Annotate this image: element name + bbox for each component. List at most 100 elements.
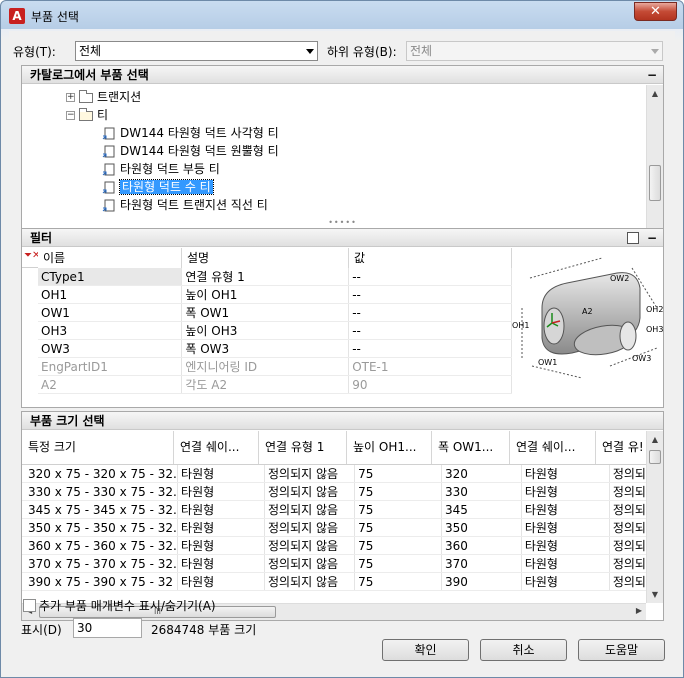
col-width-ow1[interactable]: 폭 OW1... xyxy=(432,431,510,464)
size-select-panel: 부품 크기 선택 특정 크기 연결 쉐이... 연결 유형 1 높이 OH1..… xyxy=(21,411,664,621)
tree-item-tee[interactable]: − 티 xyxy=(66,106,108,124)
filter-cell-name: OH1 xyxy=(38,285,183,304)
filter-grid-header: ⏷✕ 이름 설명 값 xyxy=(22,248,512,268)
filter-row[interactable]: EngPartID1 엔지니어링 ID OTE-1 xyxy=(38,357,512,376)
help-button[interactable]: 도움말 xyxy=(578,639,665,661)
filter-row[interactable]: OH3 높이 OH3 -- xyxy=(38,321,512,340)
size-vscrollbar[interactable]: ▲ ▼ xyxy=(646,431,663,603)
part-preview-image: OW2 OH2 A2 OH1 OW1 OW3 OH3 xyxy=(512,248,663,406)
dialog-body: 유형(T): 전체 하위 유형(B): 전체 카탈로그에서 부품 선택 − + 트… xyxy=(9,31,675,671)
col-desc[interactable]: 설명 xyxy=(182,248,349,268)
size-cell: 정의되지 xyxy=(609,482,646,501)
ok-button[interactable]: 확인 xyxy=(382,639,469,661)
tree-item-part[interactable]: 타원형 덕트 부등 티 xyxy=(102,160,220,178)
filter-toggle-checkbox[interactable] xyxy=(627,232,639,244)
size-table: 320 x 75 - 320 x 75 - 32... 타원형 정의되지 않음 75 3… xyxy=(22,465,646,591)
title-bar: A 부품 선택 ✕ xyxy=(1,1,683,29)
tree-item-label: DW144 타원형 덕트 사각형 티 xyxy=(120,126,279,140)
filter-title: 필터 xyxy=(30,231,53,245)
size-cell: 정의되지 않음 xyxy=(264,465,356,483)
subtype-dropdown[interactable]: 전체 xyxy=(406,41,663,61)
tree-item-part[interactable]: DW144 타원형 덕트 원뿔형 티 xyxy=(102,142,279,160)
filter-row[interactable]: A2 각도 A2 90 xyxy=(38,375,512,394)
filter-row[interactable]: OH1 높이 OH1 -- xyxy=(38,285,512,304)
collapse-filter-button[interactable]: − xyxy=(647,229,657,247)
collapse-catalog-button[interactable]: − xyxy=(647,66,657,84)
size-cell: 330 x 75 - 330 x 75 - 32... xyxy=(22,482,179,501)
size-cell: 타원형 xyxy=(177,465,266,483)
tree-item-part[interactable]: DW144 타원형 덕트 사각형 티 xyxy=(102,124,279,142)
filter-rows: CType1 연결 유형 1 -- OH1 높이 OH1 -- OW1 폭 OW1 -- OH3 높… xyxy=(38,268,512,394)
size-row[interactable]: 350 x 75 - 350 x 75 - 32... 타원형 정의되지 않음 75 3… xyxy=(22,518,646,537)
scroll-up-icon[interactable]: ▲ xyxy=(647,85,663,102)
size-row[interactable]: 345 x 75 - 345 x 75 - 32... 타원형 정의되지 않음 75 3… xyxy=(22,500,646,519)
size-row[interactable]: 330 x 75 - 330 x 75 - 32... 타원형 정의되지 않음 75 3… xyxy=(22,482,646,501)
col-conn-type-2[interactable]: 연결 유! xyxy=(596,431,646,464)
size-cell: 정의되지 xyxy=(609,465,646,483)
col-specific-size[interactable]: 특정 크기 xyxy=(22,431,174,464)
filter-cell-name: A2 xyxy=(38,375,183,394)
show-params-checkbox[interactable] xyxy=(23,599,36,612)
scroll-thumb[interactable] xyxy=(649,450,661,464)
tree-item-label: DW144 타원형 덕트 원뿔형 티 xyxy=(120,144,279,158)
type-dropdown-value: 전체 xyxy=(79,44,102,58)
filter-row[interactable]: CType1 연결 유형 1 -- xyxy=(38,268,512,286)
size-cell: 정의되지 xyxy=(609,518,646,537)
size-cell: 정의되지 않음 xyxy=(264,554,356,573)
size-cell: 정의되지 않음 xyxy=(264,536,356,555)
subtype-dropdown-value: 전체 xyxy=(410,44,433,58)
expand-icon[interactable]: + xyxy=(66,93,75,102)
filter-cell-desc: 폭 OW3 xyxy=(181,339,350,358)
show-params-label: 추가 부품 매개변수 표시/숨기기(A) xyxy=(39,599,216,613)
size-cell: 타원형 xyxy=(177,518,266,537)
size-cell: 350 x 75 - 350 x 75 - 32... xyxy=(22,518,179,537)
dim-label-oh1: OH1 xyxy=(512,321,529,330)
size-row[interactable]: 320 x 75 - 320 x 75 - 32... 타원형 정의되지 않음 75 3… xyxy=(22,465,646,483)
col-conn-shape[interactable]: 연결 쉐이... xyxy=(174,431,259,464)
cancel-button[interactable]: 취소 xyxy=(480,639,567,661)
tree-item-part[interactable]: 타원형 덕트 트랜지션 직선 티 xyxy=(102,196,268,214)
filter-panel: 필터 − ⏷✕ 이름 설명 값 CType1 연결 유형 1 -- OH1 높이 OH1… xyxy=(21,228,664,408)
splitter-handle[interactable]: ••••• xyxy=(21,219,664,227)
tree-item-transition[interactable]: + 트랜지션 xyxy=(66,88,141,106)
size-row[interactable]: 370 x 75 - 370 x 75 - 32... 타원형 정의되지 않음 75 3… xyxy=(22,554,646,573)
size-cell: 360 xyxy=(441,536,522,555)
part-icon xyxy=(102,181,115,193)
size-header: 부품 크기 선택 xyxy=(22,412,663,430)
filter-cell-desc: 각도 A2 xyxy=(181,375,350,394)
tree-item-part-selected[interactable]: 타원형 덕트 수 티 xyxy=(102,178,214,196)
size-cell: 75 xyxy=(354,518,443,537)
col-conn-shape-2[interactable]: 연결 쉐이... xyxy=(510,431,596,464)
scroll-thumb[interactable] xyxy=(649,165,661,201)
filter-row[interactable]: OW1 폭 OW1 -- xyxy=(38,303,512,322)
dim-label-ow1: OW1 xyxy=(538,358,557,367)
dim-label-a2: A2 xyxy=(582,307,593,316)
filter-cell-name: OW3 xyxy=(38,339,183,358)
size-cell: 타원형 xyxy=(521,482,610,501)
filter-row[interactable]: OW3 폭 OW3 -- xyxy=(38,339,512,358)
size-cell: 정의되지 xyxy=(609,500,646,519)
scroll-down-icon[interactable]: ▼ xyxy=(647,586,663,603)
tree-item-label: 타원형 덕트 수 티 xyxy=(119,179,214,195)
part-icon xyxy=(102,199,115,211)
size-cell: 정의되지 xyxy=(609,554,646,573)
close-button[interactable]: ✕ xyxy=(634,2,677,21)
collapse-icon[interactable]: − xyxy=(66,111,75,120)
autocad-app-icon: A xyxy=(9,8,25,24)
scroll-up-icon[interactable]: ▲ xyxy=(647,431,663,448)
col-name[interactable]: 이름 xyxy=(38,248,182,268)
part-icon xyxy=(102,127,115,139)
size-cell: 타원형 xyxy=(177,536,266,555)
window-title: 부품 선택 xyxy=(31,10,79,24)
scroll-right-icon[interactable]: ▶ xyxy=(636,606,642,615)
type-dropdown[interactable]: 전체 xyxy=(75,41,318,61)
col-height-oh1[interactable]: 높이 OH1... xyxy=(347,431,432,464)
display-count-input[interactable]: 30 xyxy=(73,618,142,638)
size-row[interactable]: 360 x 75 - 360 x 75 - 32... 타원형 정의되지 않음 75 3… xyxy=(22,536,646,555)
col-value[interactable]: 값 xyxy=(349,248,512,268)
size-cell: 타원형 xyxy=(521,554,610,573)
catalog-header: 카탈로그에서 부품 선택 − xyxy=(22,66,663,84)
size-cell: 370 x 75 - 370 x 75 - 32... xyxy=(22,554,179,573)
size-row[interactable]: 390 x 75 - 390 x 75 - 32 타원형 정의되지 않음 75 390 타… xyxy=(22,572,646,591)
col-conn-type[interactable]: 연결 유형 1 xyxy=(259,431,347,464)
